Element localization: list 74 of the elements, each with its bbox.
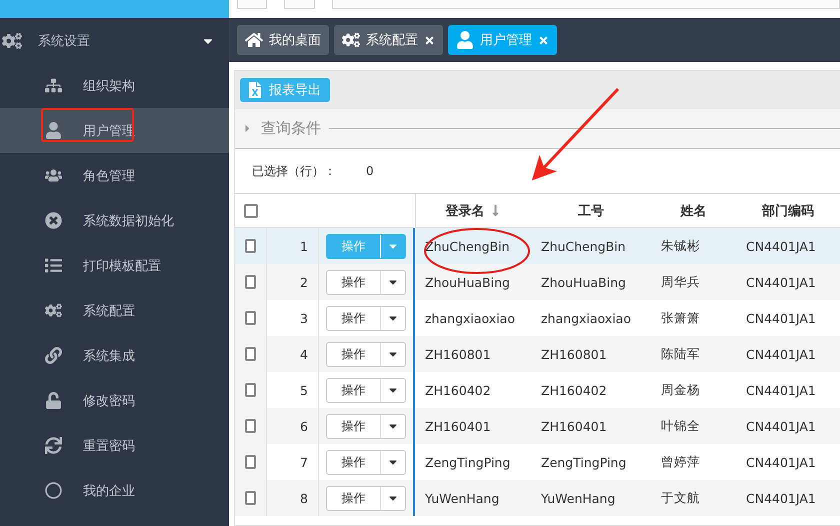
table-cell: ZH160401	[415, 408, 531, 444]
checkbox[interactable]	[245, 311, 256, 325]
gears-icon	[342, 31, 360, 49]
table-cell: ZH160401	[531, 408, 651, 444]
action-button[interactable]: 操作	[326, 486, 406, 510]
sidebar-item[interactable]: 系统集成	[0, 333, 229, 378]
table-cell: CN4401JA1	[736, 408, 840, 444]
checkbox[interactable]	[245, 491, 256, 505]
query-title: 查询条件	[261, 119, 321, 138]
gears-icon	[2, 30, 22, 50]
table-cell: 朱铖彬	[651, 228, 736, 264]
row-number: 2	[267, 264, 319, 300]
sidebar-item[interactable]: 系统数据初始化	[0, 198, 229, 243]
list-icon	[45, 257, 62, 274]
tab[interactable]: 系统配置	[334, 25, 443, 55]
table-cell: ZhouHuaBing	[531, 264, 651, 300]
table-cell: CN4401JA1	[736, 264, 840, 300]
checkbox[interactable]	[244, 204, 258, 218]
selection-label: 已选择（行）：	[252, 162, 336, 180]
action-button[interactable]: 操作	[326, 414, 406, 438]
table-cell: 叶锦全	[651, 408, 736, 444]
checkbox[interactable]	[245, 419, 256, 433]
sitemap-icon	[45, 77, 62, 94]
action-button[interactable]: 操作	[326, 342, 406, 366]
sidebar-item[interactable]: 打印模板配置	[0, 243, 229, 288]
table-cell: CN4401JA1	[736, 480, 840, 516]
checkbox[interactable]	[245, 455, 256, 469]
sidebar-item[interactable]: 我的企业	[0, 468, 229, 513]
column-header[interactable]: 登录名	[446, 202, 484, 220]
sidebar-group[interactable]: 系统设置	[0, 18, 229, 63]
sidebar-item[interactable]: 重置密码	[0, 423, 229, 468]
column-header[interactable]: 工号	[578, 202, 604, 220]
spreadsheet-icon	[247, 82, 263, 98]
sidebar-item[interactable]: 修改密码	[0, 378, 229, 423]
sidebar-item[interactable]: 角色管理	[0, 153, 229, 198]
table-cell: CN4401JA1	[736, 228, 840, 264]
column-header[interactable]: 姓名	[680, 202, 706, 220]
gears-icon	[45, 302, 62, 319]
selection-count: 0	[366, 164, 374, 178]
checkbox[interactable]	[245, 275, 256, 289]
table-cell: 陈陆军	[651, 336, 736, 372]
user-icon	[45, 122, 62, 139]
table-cell: ZhouHuaBing	[415, 264, 531, 300]
table-cell: ZH160801	[531, 336, 651, 372]
table-cell: ZH160801	[415, 336, 531, 372]
table-cell: 于文航	[651, 480, 736, 516]
row-number: 8	[267, 480, 319, 516]
sidebar-item[interactable]: 系统配置	[0, 288, 229, 333]
column-header[interactable]: 部门编码	[762, 202, 814, 220]
action-button[interactable]: 操作	[326, 450, 406, 474]
row-number: 4	[267, 336, 319, 372]
table-cell: YuWenHang	[531, 480, 651, 516]
table-cell: ZhuChengBin	[531, 228, 651, 264]
checkbox[interactable]	[245, 239, 256, 253]
users-icon	[45, 167, 62, 184]
checkbox[interactable]	[245, 383, 256, 397]
refresh-icon	[45, 437, 62, 454]
row-number: 1	[267, 228, 319, 264]
action-button[interactable]: 操作	[326, 306, 406, 330]
home-icon	[245, 31, 263, 49]
row-number: 6	[267, 408, 319, 444]
action-button[interactable]: 操作	[326, 378, 406, 402]
action-button[interactable]: 操作	[326, 270, 406, 294]
sidebar-item[interactable]: 组织架构	[0, 63, 229, 108]
address-field[interactable]	[332, 0, 840, 9]
table-cell: YuWenHang	[415, 480, 531, 516]
checkbox[interactable]	[245, 347, 256, 361]
table-cell: 周华兵	[651, 264, 736, 300]
tab[interactable]: 我的桌面	[237, 25, 329, 55]
close-icon[interactable]	[424, 34, 435, 46]
table-cell: CN4401JA1	[736, 336, 840, 372]
unlock-icon	[45, 392, 62, 409]
link-icon	[45, 347, 62, 364]
user-icon	[456, 31, 474, 49]
